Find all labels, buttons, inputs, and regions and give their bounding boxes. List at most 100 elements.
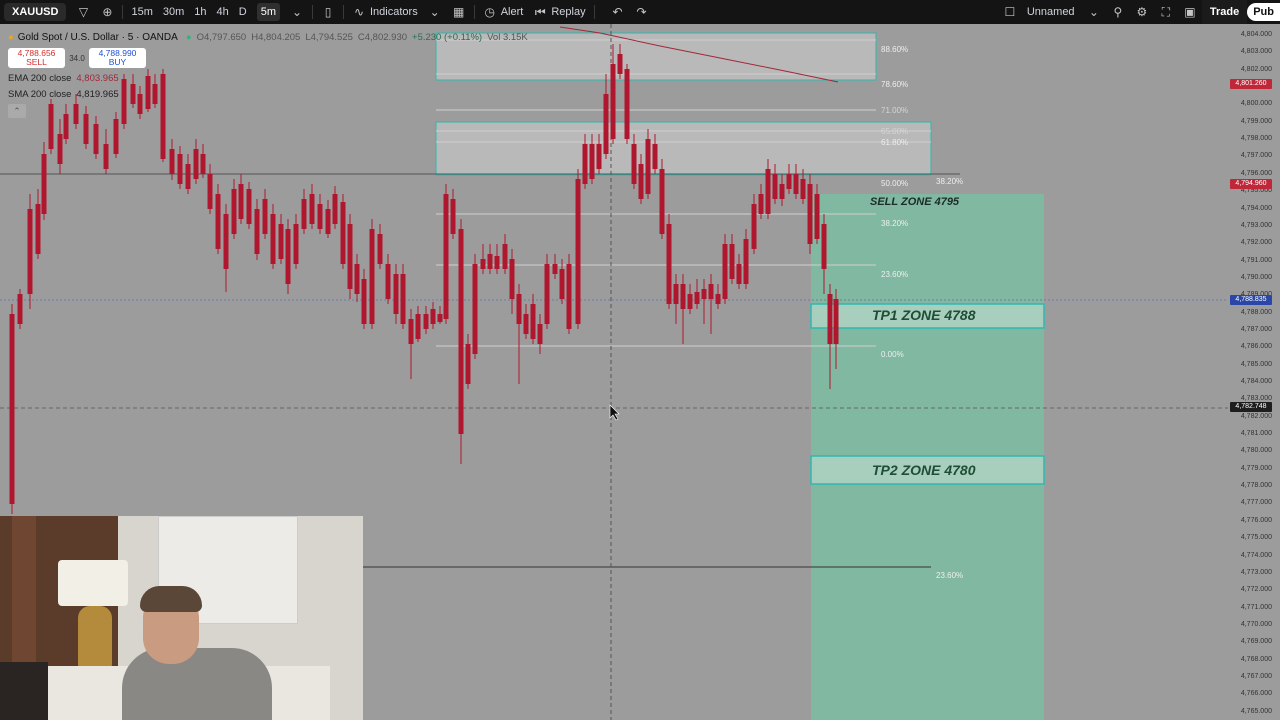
price-axis-tick: 4,793.000	[1240, 221, 1272, 229]
candle-body	[472, 264, 478, 354]
webcam-person-hair	[140, 586, 202, 612]
price-axis-tick: 4,774.000	[1240, 551, 1272, 559]
ema-value: 4,803.965	[76, 72, 119, 84]
fullscreen-icon[interactable]: ⛶	[1154, 0, 1178, 24]
interval-1h[interactable]: 1h	[189, 0, 211, 24]
top-toolbar: XAUUSD ▽ ⊕ 15m 30m 1h 4h D 5m ⌄ ▯ ∿ Indi…	[0, 0, 1280, 24]
fib-box-middle[interactable]	[435, 121, 932, 176]
ema-legend-row[interactable]: EMA 200 close 4,803.965	[8, 71, 533, 85]
layouts-grid-icon[interactable]: ▦	[447, 0, 471, 24]
buy-button[interactable]: 4,788.990 BUY	[89, 48, 146, 68]
undo-icon[interactable]: ↶	[606, 0, 630, 24]
price-axis-tick: 4,766.000	[1240, 690, 1272, 698]
candle-body	[369, 229, 375, 324]
indicators-button[interactable]: ∿ Indicators	[347, 0, 423, 24]
candle-body	[779, 184, 785, 199]
price-axis-tick: 4,779.000	[1240, 464, 1272, 472]
candle-body	[652, 144, 658, 169]
quick-search-icon[interactable]: ⚲	[1106, 0, 1130, 24]
candle-body	[530, 304, 536, 339]
price-axis-tick: 4,769.000	[1240, 638, 1272, 646]
price-axis-tick: 4,781.000	[1240, 430, 1272, 438]
sma-legend-row[interactable]: SMA 200 close 4,819.965	[8, 87, 533, 101]
price-axis[interactable]: 4,804.0004,803.0004,802.0004,801.0004,80…	[1228, 24, 1280, 720]
spread-value: 34.0	[69, 53, 85, 63]
candle-body	[821, 224, 827, 269]
candle-body	[715, 294, 721, 304]
replay-button[interactable]: ⏮ Replay	[528, 0, 590, 24]
interval-15m[interactable]: 15m	[126, 0, 157, 24]
interval-d-label: D	[238, 6, 247, 18]
price-axis-tick: 4,798.000	[1240, 135, 1272, 143]
candle-body	[301, 199, 307, 229]
snapshot-camera-icon[interactable]: ▣	[1178, 0, 1202, 24]
legend-close: C4,802.930	[357, 31, 408, 43]
interval-4h[interactable]: 4h	[212, 0, 234, 24]
collapse-legend-icon[interactable]: ⌃	[8, 104, 26, 118]
symbol-options-icon[interactable]: ▽	[66, 0, 95, 24]
fib-label-236: 23.60%	[881, 270, 909, 279]
layout-name-button[interactable]: Unnamed	[1022, 0, 1082, 24]
legend-title[interactable]: Gold Spot / U.S. Dollar · 5 · OANDA	[18, 32, 178, 43]
candle-body	[385, 264, 391, 299]
candle-body	[437, 314, 443, 322]
sell-button[interactable]: 4,788.656 SELL	[8, 48, 65, 68]
layout-checkbox-icon[interactable]: ☐	[998, 0, 1022, 24]
symbol-search[interactable]: XAUUSD	[4, 3, 67, 21]
sell-zone-label: SELL ZONE 4795	[870, 196, 960, 208]
candle-body	[207, 174, 213, 209]
toolbar-divider	[122, 5, 124, 19]
legend-volume: Vol 3.15K	[487, 31, 528, 43]
fib-label-236-lower: 23.60%	[936, 571, 964, 580]
candle-body	[347, 224, 353, 289]
candle-body	[807, 184, 813, 244]
price-axis-tick: 4,794.000	[1240, 204, 1272, 212]
settings-gear-icon[interactable]: ⚙	[1130, 0, 1154, 24]
candle-body	[582, 144, 588, 184]
candle-body	[603, 94, 609, 154]
candle-body	[332, 194, 338, 224]
alert-button[interactable]: ◷ Alert	[478, 0, 529, 24]
candle-body	[231, 189, 237, 234]
candle-body	[772, 174, 778, 199]
interval-dropdown-icon[interactable]: ⌄	[285, 0, 309, 24]
candle-body	[254, 209, 260, 254]
price-badge-ema: 4,801.260	[1230, 79, 1272, 89]
interval-4h-label: 4h	[216, 6, 229, 18]
candle-body	[516, 294, 522, 324]
price-axis-tick: 4,785.000	[1240, 360, 1272, 368]
candle-body	[659, 169, 665, 234]
candle-body	[673, 284, 679, 304]
publish-button[interactable]: Pub	[1247, 3, 1280, 21]
compare-add-icon[interactable]: ⊕	[95, 0, 119, 24]
candle-body	[758, 194, 764, 214]
fib-label-650: 65.00%	[881, 127, 909, 136]
indicator-templates-icon[interactable]: ⌄	[423, 0, 447, 24]
candle-body	[27, 209, 33, 294]
candle-body	[743, 239, 749, 284]
price-axis-tick: 4,771.000	[1240, 603, 1272, 611]
redo-icon[interactable]: ↷	[630, 0, 654, 24]
indicators-icon: ∿	[353, 5, 365, 19]
fib-label-000: 0.00%	[881, 350, 904, 359]
price-axis-tick: 4,768.000	[1240, 655, 1272, 663]
candle-body	[430, 309, 436, 324]
candle-style-icon[interactable]: ▯	[316, 0, 340, 24]
candle-body	[93, 124, 99, 154]
candle-body	[443, 194, 449, 319]
candle-body	[57, 134, 63, 164]
publish-label: Pub	[1253, 6, 1274, 18]
layout-dropdown-icon[interactable]: ⌄	[1082, 0, 1106, 24]
interval-5m[interactable]: 5m	[252, 0, 285, 24]
toolbar-divider	[473, 5, 475, 19]
price-axis-tick: 4,787.000	[1240, 325, 1272, 333]
market-open-dot: ●	[185, 31, 192, 43]
price-axis-tick: 4,778.000	[1240, 482, 1272, 490]
alarm-clock-icon: ◷	[484, 5, 495, 19]
interval-30m[interactable]: 30m	[158, 0, 189, 24]
interval-d[interactable]: D	[234, 0, 252, 24]
trade-button[interactable]: Trade	[1201, 0, 1248, 24]
trade-label: Trade	[1209, 6, 1240, 18]
candle-body	[680, 284, 686, 309]
price-axis-tick: 4,773.000	[1240, 568, 1272, 576]
